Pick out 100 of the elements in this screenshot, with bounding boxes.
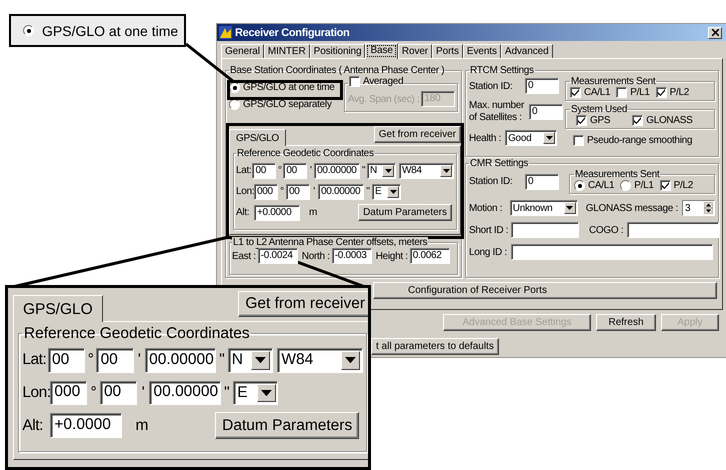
configuration-button[interactable]: Configuration of Receiver Ports (373, 282, 717, 299)
checkbox[interactable] (349, 76, 360, 87)
get-from-receiver-button[interactable]: Get from receiver (374, 126, 461, 143)
input-field[interactable]: 00.00000 (145, 348, 216, 373)
tab[interactable]: Advanced (500, 44, 553, 58)
unit-label: m (309, 207, 318, 218)
dropdown-arrow-icon (345, 357, 356, 364)
field-label: Health : (469, 132, 502, 144)
checkbox-label: GLONASS (646, 115, 692, 126)
checkbox[interactable] (660, 180, 671, 191)
tab[interactable]: GPS/GLO (12, 295, 104, 322)
input-field[interactable]: +0.0000 (50, 413, 122, 438)
input-field[interactable]: -0.0003 (332, 248, 372, 264)
input-field[interactable] (511, 244, 713, 260)
dropdown[interactable]: N (228, 348, 273, 373)
dropdown[interactable]: W84 (277, 348, 362, 373)
field-label: Motion : (469, 202, 504, 214)
dropdown[interactable]: Unknown (510, 200, 578, 216)
radio-label: CA/L1 (588, 180, 614, 191)
group-label: Base Station Coordinates ( Antenna Phase Center ) (229, 65, 446, 76)
field-label: Height : (376, 250, 408, 262)
input-field[interactable]: 0 (525, 78, 559, 94)
input-field[interactable]: 000 (50, 380, 88, 406)
radio-button[interactable] (620, 180, 632, 191)
field-label: Lon: (22, 384, 49, 402)
field-label: Short ID : (469, 224, 507, 236)
checkbox[interactable] (632, 115, 644, 126)
tab[interactable]: MINTER (264, 44, 310, 58)
input-field[interactable] (627, 222, 720, 238)
datum-parameters-button[interactable]: Datum Parameters (358, 204, 452, 221)
field-label: Station ID: (469, 80, 514, 92)
app-icon (219, 26, 232, 39)
tab[interactable]: General (221, 44, 264, 58)
group-label: Reference Geodetic Coordinates (236, 148, 375, 159)
input-field[interactable]: 00 (283, 162, 308, 178)
tab[interactable]: Ports (432, 44, 463, 58)
window-title: Receiver Configuration (235, 26, 350, 38)
close-button[interactable] (708, 26, 722, 38)
field-label: East : (232, 250, 256, 262)
radio-button[interactable] (23, 25, 34, 36)
unit-mark: " (218, 351, 226, 370)
unit-label: m (136, 416, 148, 435)
spin-box[interactable]: 3 (682, 200, 715, 216)
input-field[interactable]: 0.0062 (410, 248, 450, 264)
unit-mark: ° (277, 165, 282, 176)
group-label: Measurements Sent (574, 169, 660, 180)
dropdown-arrow-icon (442, 168, 450, 172)
input-field[interactable]: 0 (529, 104, 563, 120)
tab[interactable]: Events (462, 44, 501, 58)
unit-mark: " (361, 165, 366, 176)
input-field[interactable]: +0.0000 (254, 204, 300, 220)
dropdown[interactable]: E (233, 380, 278, 406)
input-field[interactable]: 00 (100, 380, 138, 406)
checkmark-icon (634, 117, 642, 124)
radio-button[interactable] (229, 99, 240, 110)
checkbox-label: GPS (590, 115, 610, 126)
checkbox[interactable] (570, 87, 581, 98)
dropdown-arrow-icon (384, 168, 392, 172)
field-label: Lat: (236, 165, 252, 176)
reset-button[interactable]: t all parameters to defaults (371, 338, 499, 355)
dropdown[interactable]: E (372, 184, 401, 200)
checkbox[interactable] (573, 135, 584, 146)
tab[interactable]: GPS/GLO (229, 129, 286, 146)
input-field[interactable]: 00.00000 (314, 162, 360, 178)
checkbox[interactable] (576, 115, 587, 126)
input-field[interactable]: 00.00000 (318, 184, 364, 200)
input-field[interactable]: -0.0024 (258, 248, 298, 264)
input-field[interactable]: 00 (48, 348, 86, 373)
dropdown[interactable]: Good (505, 130, 558, 146)
checkmark-icon (572, 89, 579, 96)
dropdown[interactable]: W84 (399, 162, 454, 178)
input-field[interactable]: 00 (252, 162, 276, 178)
dropdown-arrow-icon (255, 357, 266, 364)
unit-mark: " (365, 186, 371, 197)
field-label: Station ID: (469, 176, 514, 187)
field-label: GLONASS message : (586, 202, 678, 214)
get-from-receiver-button[interactable]: Get from receiver (238, 291, 368, 318)
tab[interactable]: Rover (398, 44, 432, 58)
dropdown[interactable]: N (367, 162, 396, 178)
checkbox-label: P/L2 (670, 87, 690, 98)
radio-button[interactable] (574, 180, 585, 191)
input-field[interactable]: 00 (286, 184, 310, 200)
input-field[interactable]: 0 (525, 174, 559, 190)
checkbox-label: P/L2 (674, 180, 694, 191)
input-field[interactable] (511, 222, 579, 238)
field-label: Lon: (236, 186, 253, 197)
action-button[interactable]: Refresh (596, 314, 656, 331)
tab[interactable]: Positioning (310, 44, 366, 58)
dropdown-arrow-icon (546, 136, 553, 140)
input-field[interactable]: 00.00000 (149, 380, 221, 406)
datum-parameters-button[interactable]: Datum Parameters (214, 412, 360, 439)
tab[interactable]: Base (365, 43, 398, 59)
field-label: COGO : (589, 224, 624, 236)
checkbox[interactable] (616, 87, 628, 98)
field-label: Avg. Span (sec) : (348, 94, 420, 104)
group-label: Reference Geodetic Coordinates (22, 324, 251, 343)
input-field[interactable]: 00 (96, 348, 134, 373)
checkmark-icon (658, 89, 665, 96)
checkbox[interactable] (656, 87, 667, 98)
input-field[interactable]: 000 (254, 184, 278, 200)
